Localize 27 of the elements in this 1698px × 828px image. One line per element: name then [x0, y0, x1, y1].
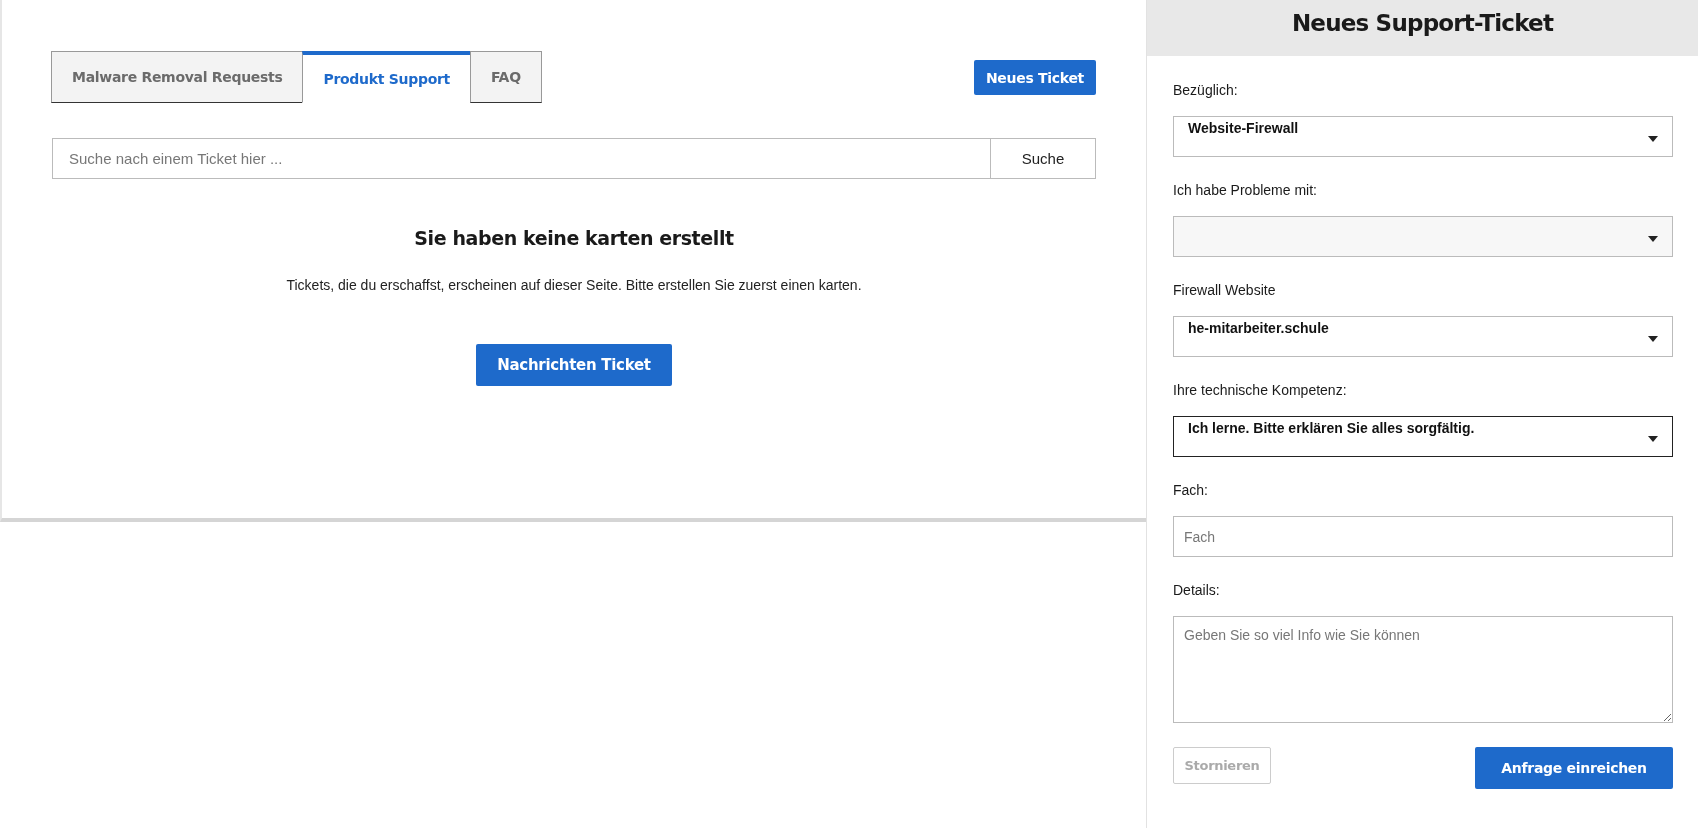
- caret-icon: [1648, 436, 1658, 442]
- select-field[interactable]: [1173, 216, 1673, 257]
- empty-state-text: Tickets, die du erschaffst, erscheinen auf dieser Seite. Bitte erstellen Sie zuerst einen karten.: [286, 277, 862, 293]
- select-field[interactable]: he-mitarbeiter.schule: [1173, 316, 1673, 357]
- field-label: Bezüglich:: [1173, 82, 1239, 100]
- empty-state-title: Sie haben keine karten erstellt: [414, 227, 734, 249]
- tab[interactable]: Produkt Support: [302, 51, 471, 103]
- caret-icon: [1648, 236, 1658, 242]
- tab[interactable]: FAQ: [469, 51, 542, 103]
- field-label: Details:: [1173, 582, 1221, 600]
- input-field[interactable]: Fach: [1173, 516, 1673, 557]
- field-label: Ich habe Probleme mit:: [1173, 182, 1318, 200]
- tab[interactable]: Malware Removal Requests: [51, 51, 304, 103]
- search-field[interactable]: Suche nach einem Ticket hier ...: [52, 138, 991, 179]
- select-field[interactable]: Ich lerne. Bitte erklären Sie alles sorgfältig.: [1173, 416, 1673, 457]
- field-label: Fach:: [1173, 482, 1209, 500]
- field-label: Firewall Website: [1173, 282, 1277, 300]
- select-field[interactable]: Website-Firewall: [1173, 116, 1673, 157]
- details-textarea[interactable]: Geben Sie so viel Info wie Sie können: [1173, 616, 1673, 723]
- caret-icon: [1648, 136, 1658, 142]
- caret-icon: [1648, 336, 1658, 342]
- field-label: Ihre technische Kompetenz:: [1173, 382, 1348, 400]
- panel-title: Neues Support-Ticket: [1291, 10, 1554, 36]
- search-button[interactable]: Suche: [991, 138, 1096, 179]
- new-ticket-button[interactable]: Neues Ticket: [973, 60, 1096, 95]
- submit-button[interactable]: Anfrage einreichen: [1475, 747, 1673, 789]
- message-ticket-button[interactable]: Nachrichten Ticket: [476, 344, 672, 386]
